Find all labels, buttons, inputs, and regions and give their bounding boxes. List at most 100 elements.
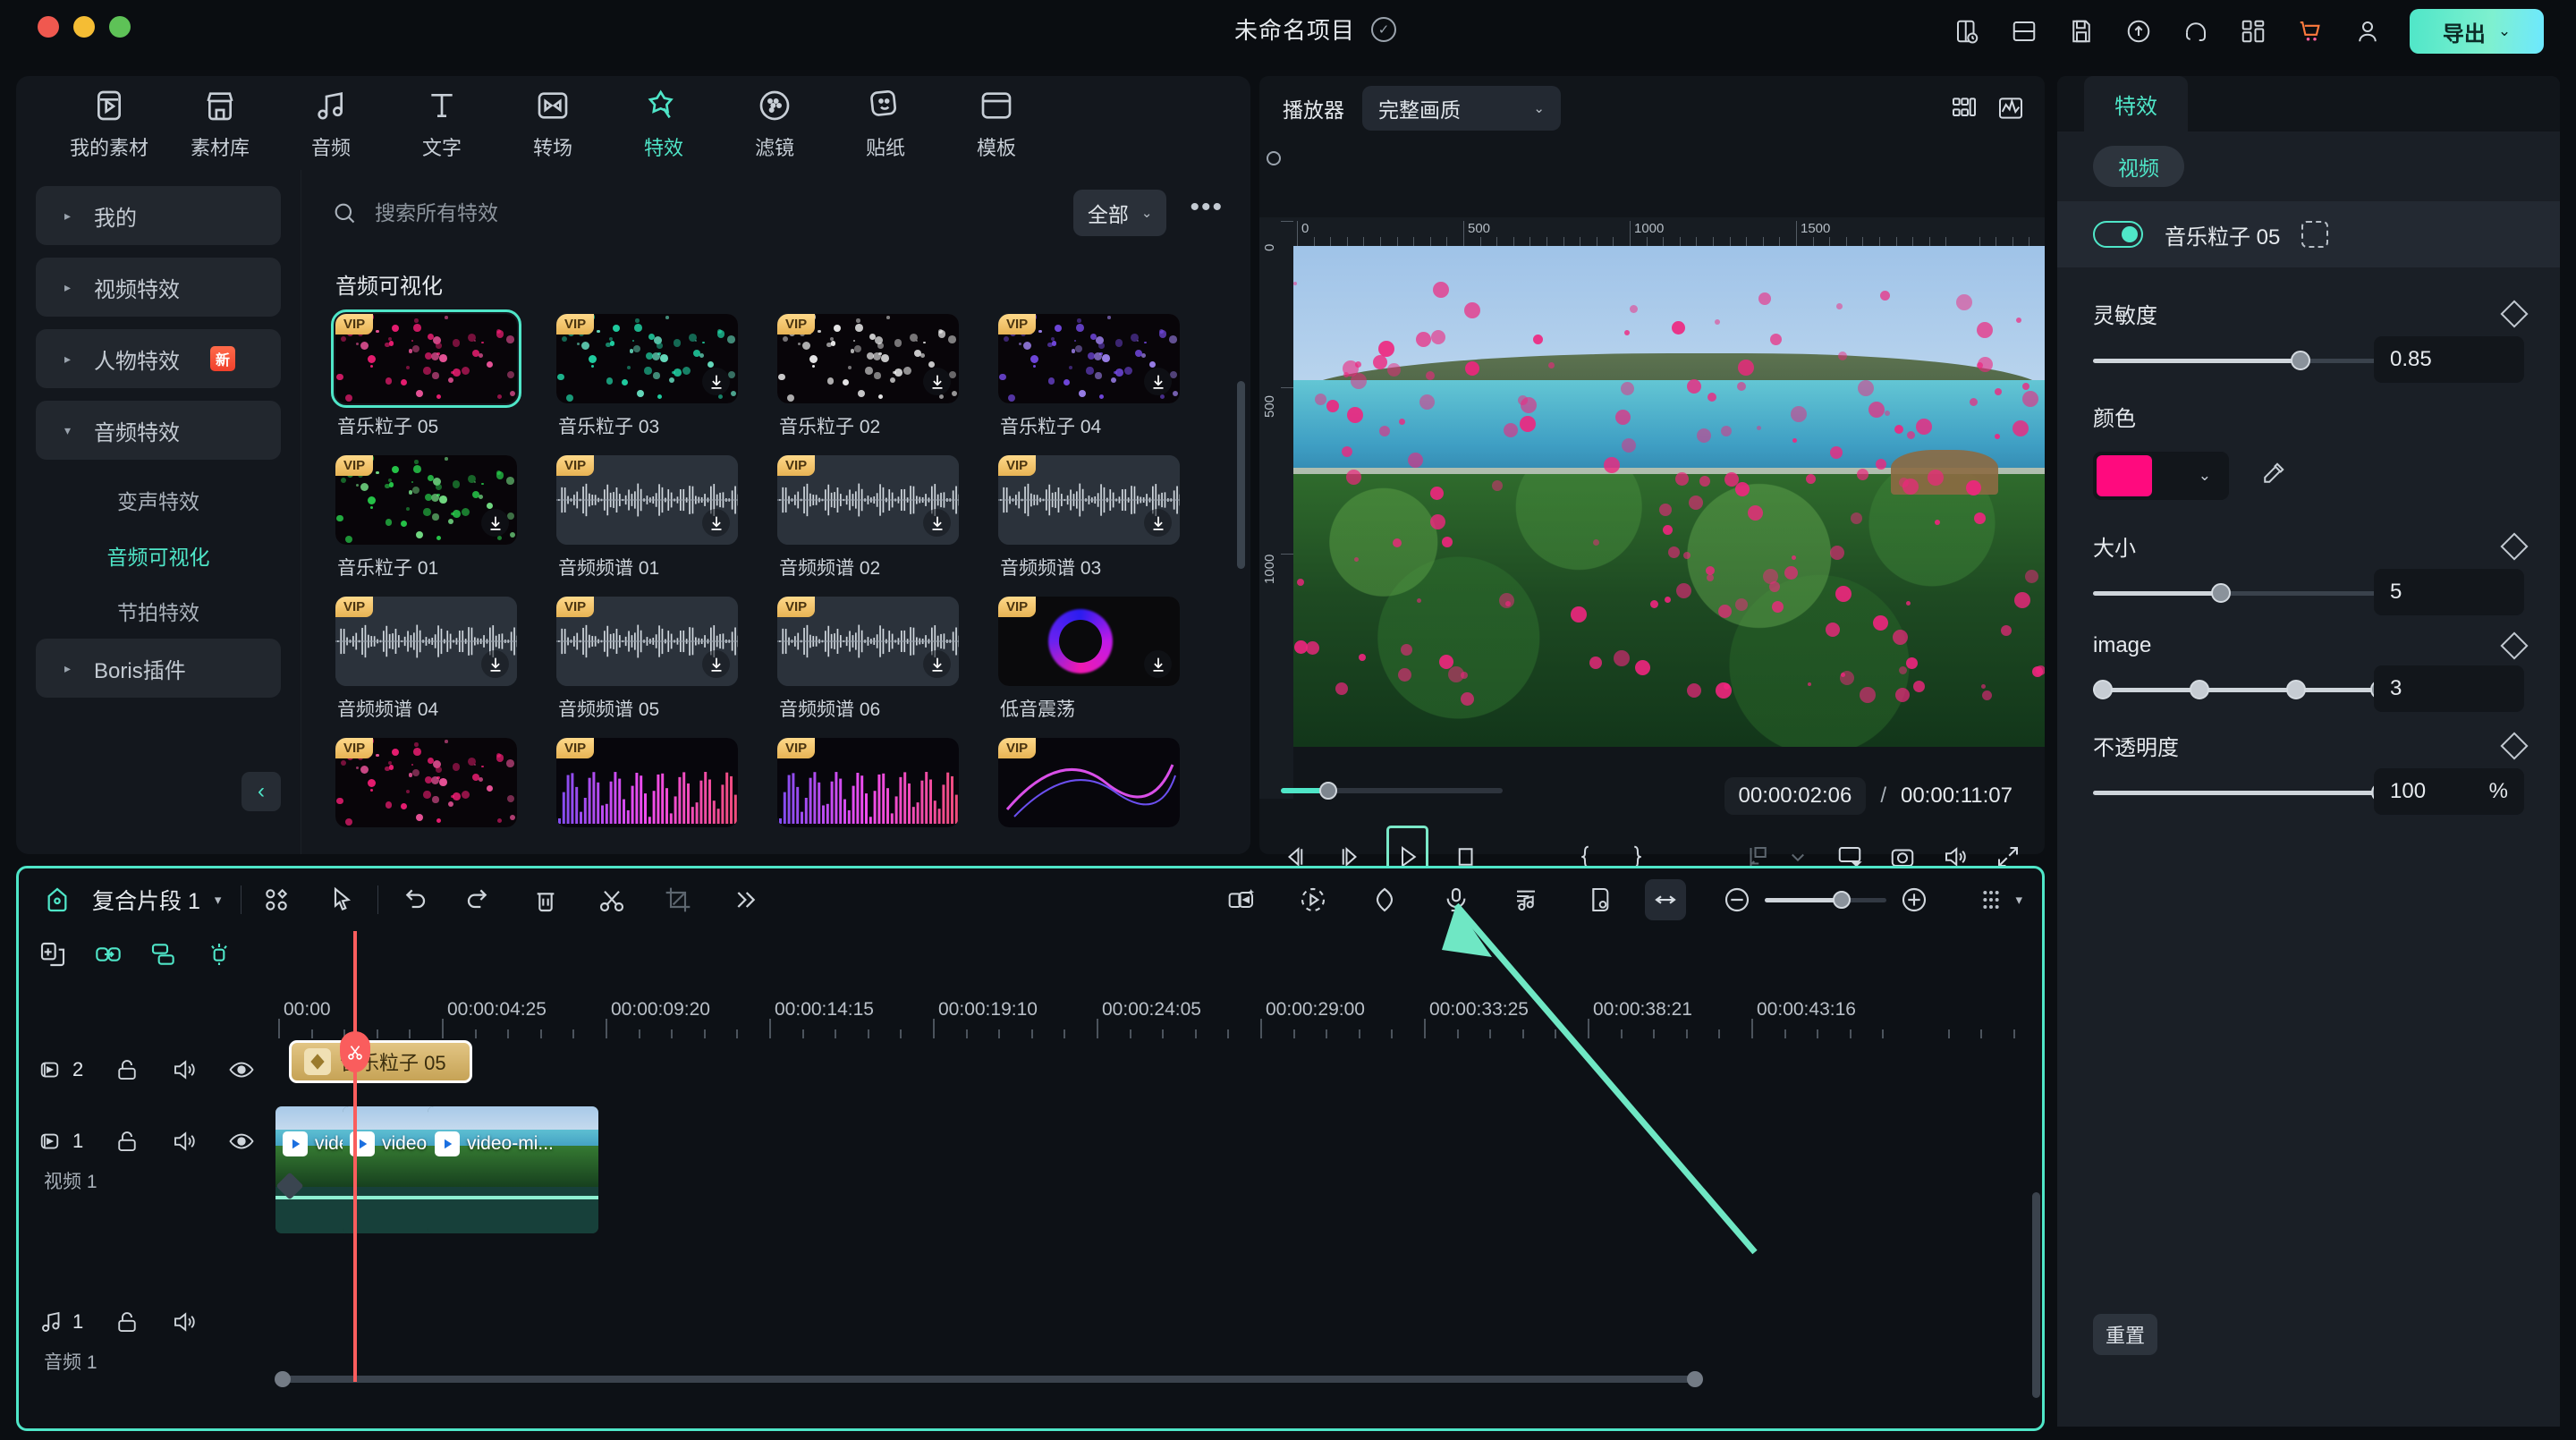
playback-progress-slider[interactable]	[1281, 788, 1503, 793]
timeline-options-caret[interactable]: ▾	[2015, 892, 2022, 908]
category-音频特效[interactable]: ▾音频特效	[36, 401, 281, 460]
waveform-scope-icon[interactable]	[1996, 94, 2025, 123]
tab-2[interactable]: 素材库	[165, 86, 275, 161]
effect-card[interactable]: VIP	[335, 738, 535, 836]
subtab-video[interactable]: 视频	[2093, 146, 2184, 187]
mask-icon[interactable]	[2301, 221, 2328, 248]
effect-thumbnail[interactable]: VIP	[335, 455, 517, 545]
effect-card[interactable]: VIP音频频谱 02	[777, 455, 977, 580]
headset-icon[interactable]	[2181, 16, 2211, 47]
download-icon[interactable]	[481, 650, 509, 678]
effect-card[interactable]: VIP音乐粒子 05	[335, 314, 535, 439]
effect-thumbnail[interactable]: VIP	[556, 597, 738, 686]
effect-enable-toggle[interactable]	[2093, 221, 2143, 248]
timeline-horizontal-scrollbar[interactable]	[278, 1373, 2027, 1385]
property-slider[interactable]: 100%	[2093, 783, 2524, 802]
tab-8[interactable]: 贴纸	[830, 86, 941, 161]
effect-card[interactable]: VIP	[998, 738, 1198, 836]
track-video-icon[interactable]	[38, 1056, 65, 1083]
color-match-button[interactable]	[1584, 885, 1614, 915]
category-我的[interactable]: ▸我的	[36, 186, 281, 245]
track-audio-icon[interactable]	[38, 1309, 65, 1335]
track-video-icon[interactable]	[38, 1128, 65, 1155]
timeline-options-icon[interactable]	[1976, 885, 2006, 915]
tab-5[interactable]: 转场	[497, 86, 608, 161]
effect-thumbnail[interactable]: VIP	[998, 314, 1180, 403]
effect-card[interactable]: VIP音频频谱 05	[556, 597, 756, 722]
home-icon[interactable]	[42, 885, 72, 915]
subcategory-节拍特效[interactable]: 节拍特效	[36, 583, 281, 639]
maximize-window-button[interactable]	[109, 16, 131, 38]
download-icon[interactable]	[1144, 368, 1172, 395]
crop-button[interactable]	[663, 885, 693, 915]
grid-view-icon[interactable]	[1950, 94, 1979, 123]
lock-icon[interactable]	[114, 1056, 140, 1083]
tab-effects[interactable]: 特效	[2084, 76, 2188, 131]
category-人物特效[interactable]: ▸人物特效新	[36, 329, 281, 388]
effect-card[interactable]: VIP音乐粒子 03	[556, 314, 756, 439]
effect-card[interactable]: VIP低音震荡	[998, 597, 1198, 722]
keyframe-icon[interactable]	[2500, 631, 2528, 659]
effect-thumbnail[interactable]: VIP	[998, 455, 1180, 545]
effect-thumbnail[interactable]: VIP	[335, 597, 517, 686]
effect-card[interactable]: VIP音乐粒子 01	[335, 455, 535, 580]
property-slider[interactable]: 0.85	[2093, 351, 2524, 370]
download-icon[interactable]	[923, 650, 951, 678]
export-button[interactable]: 导出 ⌄	[2410, 9, 2544, 54]
multi-select-button[interactable]	[261, 885, 292, 915]
current-timecode[interactable]: 00:00:02:06	[1724, 777, 1867, 815]
effect-thumbnail[interactable]: VIP	[556, 314, 738, 403]
effect-card[interactable]: VIP	[777, 738, 977, 836]
redo-button[interactable]	[464, 885, 495, 915]
effect-thumbnail[interactable]: VIP	[335, 314, 517, 403]
more-dots-icon[interactable]: •••	[1184, 192, 1229, 233]
apps-grid-icon[interactable]	[2238, 16, 2268, 47]
category-视频特效[interactable]: ▸视频特效	[36, 258, 281, 317]
eye-icon[interactable]	[228, 1056, 255, 1083]
reset-button[interactable]: 重置	[2093, 1314, 2157, 1355]
property-step-slider[interactable]: 3	[2093, 680, 2524, 699]
filter-dropdown[interactable]: 全部 ⌄	[1073, 190, 1167, 236]
download-icon[interactable]	[702, 650, 730, 678]
motion-tracking-button[interactable]	[1298, 885, 1328, 915]
effect-card[interactable]: VIP音频频谱 06	[777, 597, 977, 722]
mute-icon[interactable]	[171, 1056, 198, 1083]
delete-button[interactable]	[530, 885, 561, 915]
property-value-field[interactable]: 0.85	[2374, 336, 2524, 383]
tab-7[interactable]: 滤镜	[719, 86, 830, 161]
group-icon[interactable]	[149, 940, 180, 970]
undo-button[interactable]	[398, 885, 428, 915]
property-value-field[interactable]: 5	[2374, 569, 2524, 615]
effects-scrollbar[interactable]	[1237, 381, 1245, 569]
tab-1[interactable]: 我的素材	[54, 86, 165, 161]
effect-thumbnail[interactable]: VIP	[335, 738, 517, 827]
download-icon[interactable]	[923, 368, 951, 395]
account-icon[interactable]	[2352, 16, 2383, 47]
eyedropper-icon[interactable]	[2259, 461, 2286, 492]
timeline-effect-clip[interactable]: 音乐粒子 05	[289, 1040, 472, 1083]
quality-dropdown[interactable]: 完整画质 ⌄	[1362, 86, 1561, 131]
tab-6[interactable]: 特效	[608, 86, 719, 161]
download-icon[interactable]	[702, 509, 730, 537]
download-icon[interactable]	[923, 509, 951, 537]
timeline-zoom-slider[interactable]	[1765, 891, 1886, 909]
keyframe-icon[interactable]	[2500, 300, 2528, 327]
fit-to-timeline-button[interactable]	[1645, 879, 1686, 920]
timeline-video-clip[interactable]: video-mi...	[428, 1106, 598, 1233]
mute-icon[interactable]	[171, 1128, 198, 1155]
mute-icon[interactable]	[171, 1309, 198, 1335]
effect-thumbnail[interactable]: VIP	[777, 738, 959, 827]
effects-scroll[interactable]: 音频可视化 VIP音乐粒子 05VIP音乐粒子 03VIP音乐粒子 02VIP音…	[301, 256, 1250, 854]
selection-tool-button[interactable]	[327, 885, 358, 915]
category-Boris插件[interactable]: ▸Boris插件	[36, 639, 281, 698]
tab-3[interactable]: 音频	[275, 86, 386, 161]
minimize-window-button[interactable]	[73, 16, 95, 38]
timeline-vertical-scrollbar[interactable]	[2032, 1192, 2040, 1398]
property-value-field[interactable]: 3	[2374, 665, 2524, 712]
effect-card[interactable]: VIP	[556, 738, 756, 836]
layout-icon[interactable]	[2009, 16, 2039, 47]
split-button[interactable]	[597, 885, 627, 915]
download-icon[interactable]	[1144, 650, 1172, 678]
download-icon[interactable]	[702, 368, 730, 395]
property-slider[interactable]: 5	[2093, 583, 2524, 603]
